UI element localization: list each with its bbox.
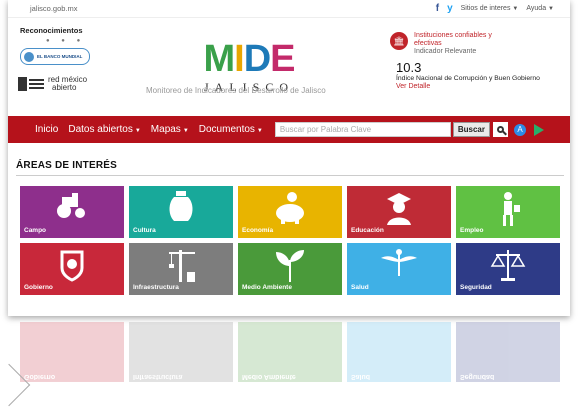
- tractor-icon: [57, 193, 85, 218]
- reflection-infraestructura: Infraestructura: [129, 322, 233, 382]
- reflection-salud: Salud: [347, 322, 451, 382]
- search-input[interactable]: Buscar por Palabra Clave: [274, 122, 451, 137]
- tile-empleo[interactable]: Empleo: [456, 186, 560, 238]
- help-menu[interactable]: Ayuda ▼: [526, 5, 554, 12]
- recognitions: Reconocimientos ● ● ● EL BANCO MUNDIAL: [20, 26, 90, 65]
- plant-icon: [276, 250, 304, 282]
- worker-icon: [503, 192, 520, 226]
- reflection-seguridad: Seguridad: [456, 322, 560, 382]
- top-bar-links: f y Sitios de interes ▼ Ayuda ▼: [436, 3, 554, 14]
- chevron-down-icon: ▼: [182, 128, 189, 134]
- gov-domain-link[interactable]: jalisco.gob.mx: [30, 4, 78, 13]
- nav-item-datos-abiertos[interactable]: Datos abiertos ▼: [68, 124, 140, 135]
- site-subtitle: Monitoreo de Indicadores del Desarrollo …: [146, 86, 326, 95]
- featured-indicator: 🏛 Instituciones confiables y efectivas I…: [390, 32, 566, 90]
- sites-of-interest-menu[interactable]: Sitios de interes ▼: [461, 5, 519, 12]
- tile-salud[interactable]: Salud: [347, 243, 451, 295]
- tile-infraestructura[interactable]: Infraestructura: [129, 243, 233, 295]
- red-mexico-icon: [18, 77, 44, 91]
- search-icon[interactable]: [492, 122, 508, 137]
- tile-economia[interactable]: Economía: [238, 186, 342, 238]
- top-bar: jalisco.gob.mx f y Sitios de interes ▼ A…: [8, 0, 570, 18]
- institution-icon: 🏛: [390, 32, 408, 50]
- crane-icon: [169, 250, 195, 282]
- chevron-down-icon: ▼: [256, 128, 263, 134]
- caduceus-icon: [381, 249, 417, 276]
- indicator-category: Instituciones confiables y efectivas Ind…: [414, 32, 492, 55]
- facebook-icon[interactable]: f: [436, 3, 439, 14]
- banco-mundial-badge[interactable]: EL BANCO MUNDIAL: [20, 48, 90, 65]
- tile-campo[interactable]: Campo: [20, 186, 124, 238]
- twitter-icon[interactable]: y: [447, 3, 453, 14]
- vase-icon: [169, 191, 193, 221]
- reflection-gobierno: Gobierno: [20, 322, 124, 382]
- chevron-down-icon: ▼: [134, 128, 141, 134]
- areas-title: ÁREAS DE INTERÉS: [16, 160, 564, 176]
- recognitions-title: Reconocimientos: [20, 26, 83, 35]
- red-mexico-text: red méxico abierto: [48, 75, 88, 92]
- chevron-down-icon: ▼: [512, 6, 519, 12]
- header: Reconocimientos ● ● ● EL BANCO MUNDIAL M…: [8, 18, 570, 110]
- tile-medio-ambiente[interactable]: Medio Ambiente: [238, 243, 342, 295]
- main-nav: Inicio Datos abiertos ▼ Mapas ▼ Documentos…: [8, 116, 570, 143]
- logo-wordmark: MIDE: [203, 38, 295, 80]
- scales-icon: [490, 250, 526, 281]
- carousel-dots[interactable]: ● ● ●: [46, 38, 90, 44]
- reflection-medio-ambiente: Medio Ambiente: [238, 322, 342, 382]
- tile-gobierno[interactable]: Gobierno: [20, 243, 124, 295]
- search-button[interactable]: Buscar: [452, 122, 490, 137]
- graduate-icon: [387, 193, 411, 225]
- google-play-icon[interactable]: [533, 123, 544, 136]
- grid-reflection: Gobierno Infraestructura Medio Ambiente …: [20, 322, 566, 382]
- tile-cultura[interactable]: Cultura: [129, 186, 233, 238]
- app-store-icon[interactable]: A: [513, 123, 526, 136]
- nav-item-inicio[interactable]: Inicio: [35, 124, 58, 135]
- red-mexico-abierto-logo[interactable]: red méxico abierto: [18, 76, 87, 92]
- nav-item-mapas[interactable]: Mapas ▼: [151, 124, 189, 135]
- view-detail-link[interactable]: Ver Detalle: [396, 83, 566, 90]
- indicator-value: 10.3: [396, 60, 422, 75]
- tile-educacion[interactable]: Educación: [347, 186, 451, 238]
- tile-seguridad[interactable]: Seguridad: [456, 243, 560, 295]
- piggy-bank-icon: [276, 192, 304, 224]
- globe-icon: [24, 51, 34, 62]
- coat-of-arms-icon: [60, 250, 84, 282]
- nav-item-documentos[interactable]: Documentos ▼: [199, 124, 263, 135]
- areas-grid: Campo Cultura Economía Educación Empleo …: [20, 186, 560, 295]
- indicator-name: Índice Nacional de Corrupción y Buen Gob…: [396, 75, 540, 82]
- chevron-down-icon: ▼: [548, 6, 554, 12]
- areas-of-interest: ÁREAS DE INTERÉS: [16, 160, 564, 176]
